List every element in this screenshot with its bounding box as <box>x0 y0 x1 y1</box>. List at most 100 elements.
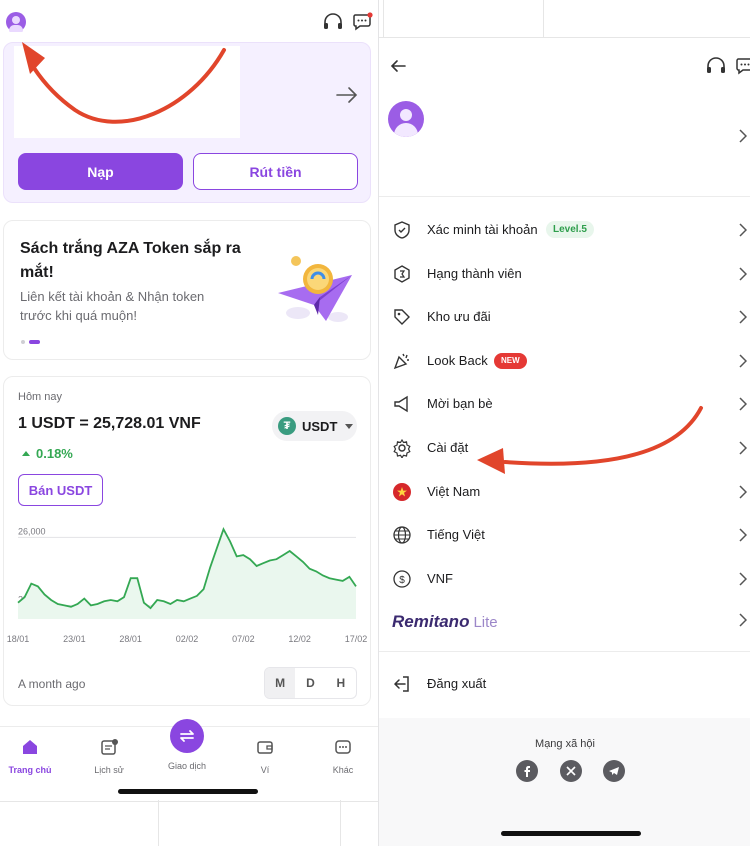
period-hour[interactable]: H <box>326 668 356 698</box>
chevron-right-icon <box>739 310 747 324</box>
menu-item-label: Look Back <box>427 352 488 368</box>
gear-icon <box>393 438 411 458</box>
svg-text:$: $ <box>399 575 405 586</box>
headset-icon[interactable] <box>322 12 344 32</box>
dollar-circle-icon: $ <box>393 570 411 588</box>
menu-item[interactable]: Mời bạn bè <box>379 384 750 424</box>
x-icon[interactable] <box>560 760 582 782</box>
x-tick-label: 28/01 <box>119 634 142 644</box>
tether-icon: ₮ <box>278 417 296 435</box>
chat-notification-icon[interactable] <box>735 56 750 76</box>
bottom-nav: Trang chủ Lịch sử Giao dịch Ví Khác <box>0 719 378 806</box>
telegram-icon[interactable] <box>603 760 625 782</box>
chevron-right-icon <box>739 267 747 281</box>
history-icon <box>101 739 118 755</box>
menu-item-label: Xác minh tài khoản <box>427 222 538 237</box>
price-change: 0.18% <box>22 446 73 461</box>
menu-item[interactable]: Look Back NEW <box>379 341 750 381</box>
x-tick-label: 23/01 <box>63 634 86 644</box>
brand-row[interactable]: Remitano Lite <box>379 600 750 640</box>
menu-item[interactable]: Xác minh tài khoản Level.5 <box>379 210 750 250</box>
wallet-icon <box>257 741 273 754</box>
grid-divider <box>379 37 750 38</box>
home-screen: Nạp Rút tiền Sách trắng AZA Token sắp ra… <box>0 0 378 846</box>
currency-code: USDT <box>302 418 338 434</box>
nav-history-label: Lịch sử <box>94 765 124 775</box>
menu-item[interactable]: Hạng thành viên <box>379 254 750 294</box>
paper-plane-coin-illustration <box>278 256 352 322</box>
social-section: Mạng xã hội <box>379 718 750 846</box>
globe-icon <box>393 526 411 544</box>
price-chart[interactable]: 26,00025,50018/0123/0128/0102/0207/0212/… <box>4 517 372 647</box>
grid-divider <box>158 800 159 846</box>
shield-check-icon <box>394 221 410 239</box>
x-tick-label: 17/02 <box>345 634 368 644</box>
period-month[interactable]: M <box>265 668 296 698</box>
range-label: A month ago <box>18 677 86 691</box>
market-card: Hôm nay 1 USDT = 25,728.01 VNF 0.18% ₮ U… <box>3 376 371 706</box>
menu-item-label: Kho ưu đãi <box>427 309 491 325</box>
menu-item[interactable]: Việt Nam <box>379 472 750 512</box>
nav-home-label: Trang chủ <box>8 765 52 775</box>
menu-item[interactable]: Kho ưu đãi <box>379 297 750 337</box>
logout-label: Đăng xuất <box>427 676 487 691</box>
back-arrow-icon[interactable] <box>389 58 407 74</box>
x-tick-label: 07/02 <box>232 634 255 644</box>
nav-wallet-label: Ví <box>260 765 270 775</box>
facebook-icon[interactable] <box>516 760 538 782</box>
withdraw-button[interactable]: Rút tiền <box>193 153 358 190</box>
party-popper-icon <box>393 353 409 369</box>
promo-title: Sách trắng AZA Token sắp ra mắt! <box>20 240 241 281</box>
nav-history[interactable]: Lịch sử <box>79 737 139 775</box>
menu-item-label: Hạng thành viên <box>427 265 522 281</box>
menu-item[interactable]: Cài đặt <box>379 428 750 468</box>
chevron-right-icon <box>739 485 747 499</box>
nav-trade[interactable]: Giao dịch <box>157 751 217 771</box>
megaphone-icon <box>394 396 408 413</box>
tag-icon <box>394 309 410 326</box>
x-tick-label: 02/02 <box>176 634 199 644</box>
sell-usdt-button[interactable]: Bán USDT <box>18 474 103 506</box>
menu-item[interactable]: Tiếng Việt <box>379 515 750 555</box>
chat-notification-icon[interactable] <box>352 12 374 32</box>
arrow-right-icon[interactable] <box>334 83 360 107</box>
nav-more[interactable]: Khác <box>313 737 373 775</box>
nav-wallet[interactable]: Ví <box>235 737 295 775</box>
chevron-right-icon <box>739 441 747 455</box>
nav-home[interactable]: Trang chủ <box>0 737 60 775</box>
period-toggle: M D H <box>264 667 357 699</box>
price-change-value: 0.18% <box>36 446 73 461</box>
more-icon <box>335 740 351 754</box>
deposit-button[interactable]: Nạp <box>18 153 183 190</box>
promo-banner[interactable]: Sách trắng AZA Token sắp ra mắt! Liên kế… <box>3 220 371 360</box>
menu-item[interactable]: $ VNF <box>379 559 750 599</box>
profile-avatar <box>388 101 424 137</box>
grid-divider <box>0 801 378 802</box>
nav-more-label: Khác <box>332 765 354 775</box>
caret-down-icon <box>345 423 354 429</box>
chevron-right-icon <box>739 354 747 368</box>
user-avatar[interactable] <box>6 12 26 32</box>
menu-badge: NEW <box>494 352 527 369</box>
currency-select[interactable]: ₮ USDT <box>272 411 357 441</box>
today-label: Hôm nay <box>18 391 63 403</box>
menu-item-label: Cài đặt <box>427 440 469 455</box>
divider <box>379 651 750 652</box>
swap-icon <box>180 730 194 742</box>
logout-icon <box>393 676 409 692</box>
menu-item-label: VNF <box>427 570 453 586</box>
carousel-dots <box>21 340 40 344</box>
y-tick-label: 26,000 <box>18 526 46 536</box>
wallet-card: Nạp Rút tiền <box>3 42 371 203</box>
grid-divider <box>543 0 544 38</box>
promo-subtitle: Liên kết tài khoản & Nhận token trước kh… <box>20 289 205 323</box>
logout-button[interactable]: Đăng xuất <box>379 664 750 704</box>
profile-row[interactable] <box>379 95 750 175</box>
menu-item-label: Mời bạn bè <box>427 396 493 412</box>
headset-icon[interactable] <box>705 56 727 76</box>
trade-swap-button[interactable] <box>170 719 204 753</box>
remitano-lite-logo: Remitano Lite <box>392 612 498 632</box>
chevron-right-icon <box>739 528 747 542</box>
member-rank-icon <box>394 264 410 283</box>
period-day[interactable]: D <box>295 668 325 698</box>
